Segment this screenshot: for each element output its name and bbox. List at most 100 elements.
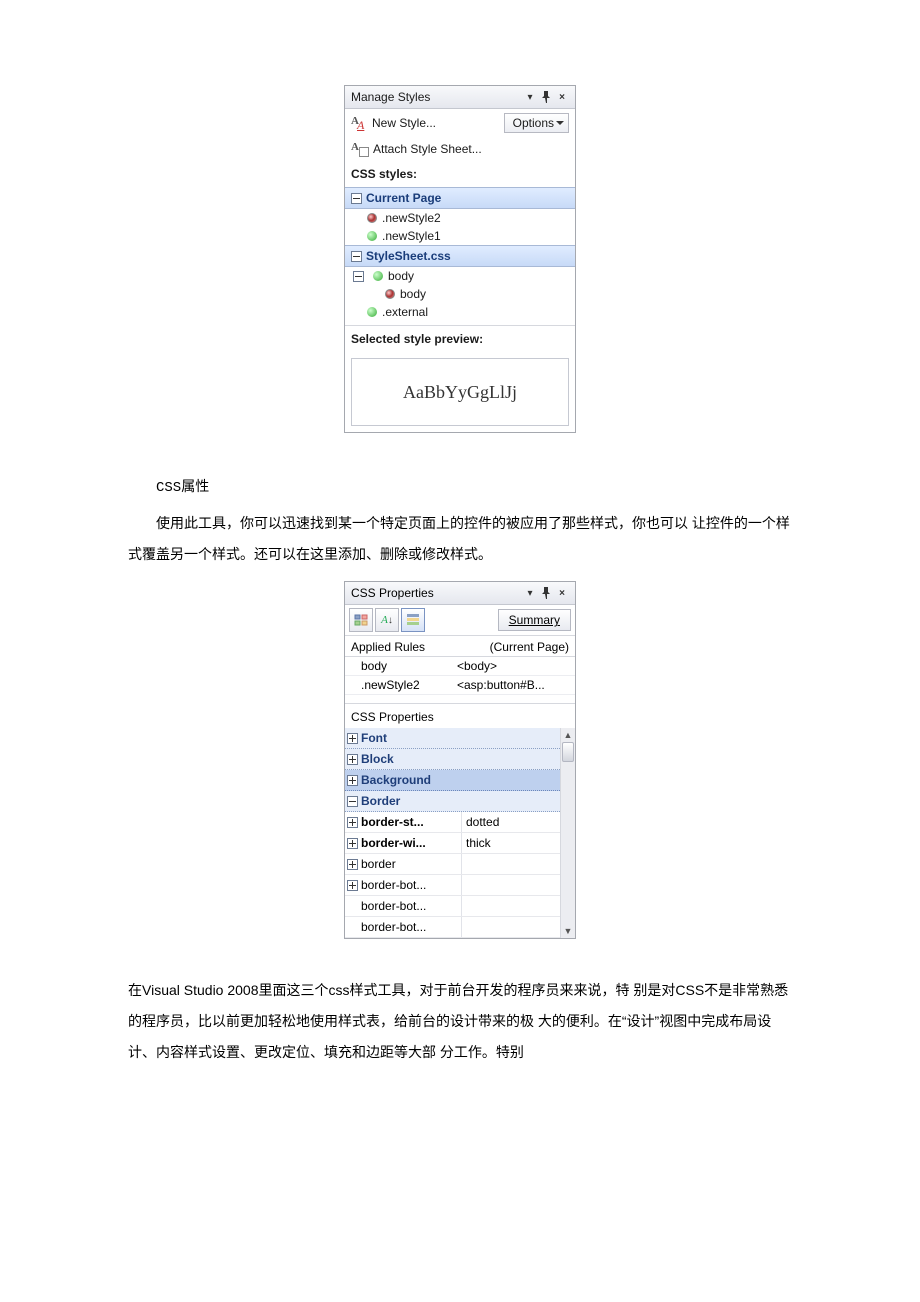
group-stylesheet[interactable]: StyleSheet.css <box>345 245 575 267</box>
rule-selector: body <box>351 659 457 673</box>
property-name: border <box>359 857 461 871</box>
expand-icon[interactable] <box>347 754 358 765</box>
style-bullet-icon <box>385 289 395 299</box>
property-row[interactable]: border-bot... <box>345 917 560 938</box>
collapse-icon[interactable] <box>347 796 358 807</box>
expand-icon[interactable] <box>347 838 358 849</box>
scroll-thumb[interactable] <box>562 742 574 762</box>
panel-title-text: CSS Properties <box>351 586 523 600</box>
show-set-button[interactable] <box>401 608 425 632</box>
panel-controls: ▾ × <box>523 90 569 104</box>
panel-titlebar[interactable]: CSS Properties ▾ × <box>345 582 575 605</box>
summary-button[interactable]: Summary <box>498 609 571 631</box>
panel-controls: ▾ × <box>523 586 569 600</box>
style-name: .external <box>382 305 428 319</box>
close-icon[interactable]: × <box>555 90 569 104</box>
category-label: Background <box>359 773 461 787</box>
style-item[interactable]: .newStyle1 <box>345 227 575 245</box>
collapse-icon[interactable] <box>353 271 364 282</box>
summary-label: Summary <box>509 613 560 627</box>
expand-icon[interactable] <box>347 733 358 744</box>
preview-text: AaBbYyGgLlJj <box>403 382 517 403</box>
panel-title-text: Manage Styles <box>351 90 523 104</box>
options-label: Options <box>513 116 554 130</box>
style-bullet-icon <box>367 307 377 317</box>
category-background[interactable]: Background <box>345 770 560 791</box>
style-name: .newStyle1 <box>382 229 441 243</box>
category-font[interactable]: Font <box>345 728 560 749</box>
attach-label: Attach Style Sheet... <box>373 142 482 156</box>
property-row[interactable]: border-wi... thick <box>345 833 560 854</box>
style-item[interactable]: body <box>345 285 575 303</box>
scrollbar[interactable]: ▲ ▼ <box>560 728 575 938</box>
expand-icon[interactable] <box>347 859 358 870</box>
category-block[interactable]: Block <box>345 749 560 770</box>
property-row[interactable]: border-bot... <box>345 875 560 896</box>
style-name: body <box>400 287 426 301</box>
style-bullet-icon <box>367 213 377 223</box>
group-title: StyleSheet.css <box>366 249 451 263</box>
rule-element: <body> <box>457 659 569 673</box>
property-row[interactable]: border-bot... <box>345 896 560 917</box>
style-bullet-icon <box>367 231 377 241</box>
preview-label: Selected style preview: <box>345 325 575 352</box>
sort-button[interactable]: A↓ <box>375 608 399 632</box>
property-name: border-wi... <box>359 836 461 850</box>
expand-icon[interactable] <box>347 880 358 891</box>
css-properties-panel: CSS Properties ▾ × A↓ Summary <box>344 581 576 939</box>
pin-icon[interactable] <box>539 90 553 104</box>
category-label: Border <box>359 794 461 808</box>
rule-row[interactable]: body <body> <box>345 657 575 676</box>
style-preview: AaBbYyGgLlJj <box>351 358 569 426</box>
group-title: Current Page <box>366 191 441 205</box>
pin-icon[interactable] <box>539 586 553 600</box>
property-row[interactable]: border <box>345 854 560 875</box>
dropdown-icon[interactable]: ▾ <box>523 90 537 104</box>
category-label: Block <box>359 752 461 766</box>
style-item[interactable]: .newStyle2 <box>345 209 575 227</box>
new-style-label: New Style... <box>372 116 436 130</box>
property-value[interactable] <box>461 917 560 937</box>
property-value[interactable]: dotted <box>461 812 560 832</box>
applied-rules-label: Applied Rules <box>351 640 425 654</box>
attach-row[interactable]: Attach Style Sheet... <box>345 137 575 161</box>
options-button[interactable]: Options <box>504 113 569 133</box>
collapse-icon[interactable] <box>351 251 362 262</box>
properties-list: Font Block Background Border border-st..… <box>345 728 575 938</box>
expand-icon[interactable] <box>347 817 358 828</box>
style-item[interactable]: body <box>345 267 575 285</box>
property-name: border-bot... <box>359 899 461 913</box>
property-value[interactable] <box>461 896 560 916</box>
rule-row[interactable]: .newStyle2 <asp:button#B... <box>345 676 575 695</box>
new-style-icon <box>351 115 367 131</box>
dropdown-icon[interactable]: ▾ <box>523 586 537 600</box>
attach-stylesheet-icon <box>351 141 367 157</box>
panel-titlebar[interactable]: Manage Styles ▾ × <box>345 86 575 109</box>
scroll-up-icon[interactable]: ▲ <box>564 730 573 740</box>
property-name: border-bot... <box>359 920 461 934</box>
collapse-icon[interactable] <box>351 193 362 204</box>
section-heading: CSS属性 <box>128 473 792 504</box>
property-name: border-bot... <box>359 878 461 892</box>
style-name: body <box>388 269 414 283</box>
style-item[interactable]: .external <box>345 303 575 321</box>
paragraph: 在Visual Studio 2008里面这三个css样式工具，对于前台开发的程… <box>128 975 792 1067</box>
scroll-down-icon[interactable]: ▼ <box>564 926 573 936</box>
property-row[interactable]: border-st... dotted <box>345 812 560 833</box>
close-icon[interactable]: × <box>555 586 569 600</box>
style-name: .newStyle2 <box>382 211 441 225</box>
new-style-link[interactable]: New Style... <box>351 115 504 131</box>
expand-icon[interactable] <box>347 775 358 786</box>
prose-section: CSS属性 使用此工具，你可以迅速找到某一个特定页面上的控件的被应用了那些样式，… <box>128 473 792 569</box>
property-name: border-st... <box>359 815 461 829</box>
categorize-button[interactable] <box>349 608 373 632</box>
property-value[interactable] <box>461 854 560 874</box>
category-border[interactable]: Border <box>345 791 560 812</box>
paragraph: 使用此工具，你可以迅速找到某一个特定页面上的控件的被应用了那些样式，你也可以 让… <box>128 508 792 570</box>
group-current-page[interactable]: Current Page <box>345 187 575 209</box>
property-value[interactable] <box>461 875 560 895</box>
category-label: Font <box>359 731 461 745</box>
property-value[interactable]: thick <box>461 833 560 853</box>
props-toolbar: A↓ Summary <box>345 605 575 636</box>
document-page: Manage Styles ▾ × New Style... Options A… <box>0 0 920 1302</box>
